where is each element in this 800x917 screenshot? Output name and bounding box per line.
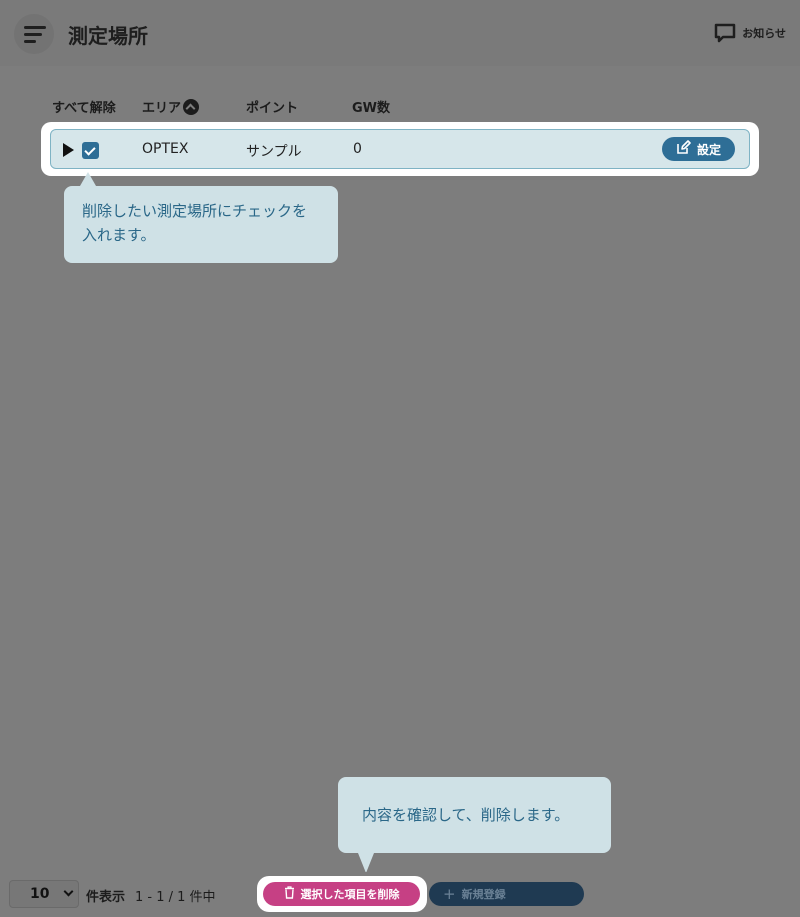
- expand-arrow-icon[interactable]: [63, 143, 74, 157]
- notice-label: お知らせ: [742, 27, 786, 40]
- sort-ascending-icon[interactable]: [183, 99, 200, 115]
- settings-button[interactable]: 設定: [662, 137, 735, 161]
- menu-icon: [24, 26, 46, 29]
- new-register-button[interactable]: + 新規登録: [429, 882, 584, 906]
- row-checkbox[interactable]: [82, 142, 99, 159]
- column-header-gw-count: GW数: [352, 101, 391, 116]
- tooltip-check-hint: 削除したい測定場所にチェックを入れます。: [64, 172, 338, 263]
- menu-button[interactable]: [14, 14, 54, 54]
- chat-bubble-icon: [714, 23, 736, 43]
- cell-point: サンプル: [246, 144, 302, 160]
- per-page-label: 件表示: [86, 890, 126, 905]
- settings-label: 設定: [696, 142, 721, 157]
- column-header-area-label: エリア: [142, 101, 182, 116]
- column-header-area[interactable]: エリア: [142, 97, 200, 116]
- edit-icon: [676, 140, 691, 158]
- column-header-point: ポイント: [246, 101, 299, 116]
- pagination-info: 1 - 1 / 1 件中: [135, 890, 216, 905]
- cell-area: OPTEX: [142, 141, 189, 157]
- menu-icon-line: [24, 40, 36, 43]
- per-page-select[interactable]: 10: [9, 880, 79, 908]
- trash-icon: [284, 886, 295, 902]
- per-page-value: 10: [30, 886, 50, 902]
- page-title: 測定場所: [68, 24, 148, 48]
- plus-icon: +: [443, 885, 456, 903]
- delete-label: 選択した項目を削除: [300, 888, 400, 901]
- delete-selected-button[interactable]: 選択した項目を削除: [263, 882, 420, 906]
- tooltip-delete-hint: 内容を確認して、削除します。: [338, 777, 611, 873]
- table-row[interactable]: OPTEX サンプル 0 設定: [50, 129, 750, 169]
- select-all-toggle[interactable]: すべて解除: [52, 97, 116, 116]
- chevron-down-icon: [63, 886, 74, 897]
- app-header: 測定場所 お知らせ: [0, 0, 800, 66]
- menu-icon-line: [24, 33, 42, 36]
- new-register-label: 新規登録: [461, 888, 506, 901]
- cell-gw-count: 0: [353, 141, 362, 157]
- notice-button[interactable]: お知らせ: [714, 23, 786, 43]
